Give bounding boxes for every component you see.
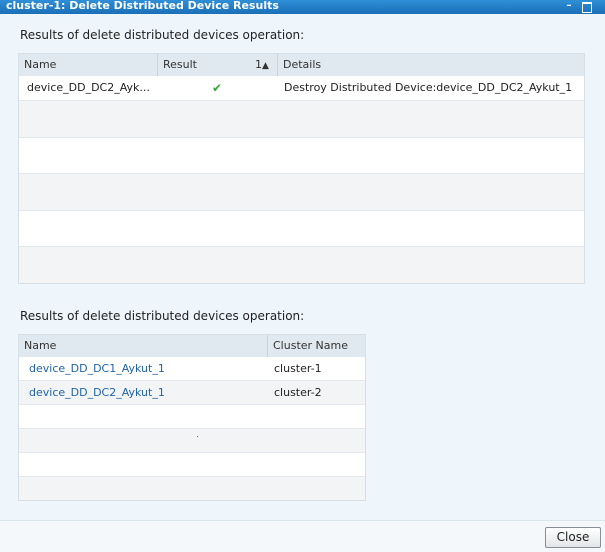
maximize-icon[interactable] — [581, 1, 593, 13]
table-row-empty — [19, 174, 584, 211]
table-row-empty — [19, 101, 584, 138]
section2-label: Results of delete distributed devices op… — [20, 309, 305, 323]
cell-name: device_DD_DC2_Ayk... — [27, 81, 150, 94]
dialog-title: cluster-1: Delete Distributed Device Res… — [6, 0, 279, 12]
minimize-icon[interactable]: – — [563, 1, 575, 12]
cell-details: Destroy Distributed Device:device_DD_DC2… — [284, 81, 573, 94]
stray-dot — [197, 436, 198, 437]
table-row-empty — [19, 247, 584, 283]
sort-indicator[interactable]: 1▲ — [255, 54, 279, 76]
table-row[interactable]: device_DD_DC2_Ayk... ✔ Destroy Distribut… — [19, 76, 584, 101]
sort-order: 1 — [255, 58, 262, 71]
sort-ascending-icon: ▲ — [262, 61, 269, 71]
checkmark-icon: ✔ — [212, 81, 223, 95]
table-row-empty — [19, 453, 365, 477]
column-header-cluster-name[interactable]: Cluster Name — [268, 335, 366, 357]
table-row-empty — [19, 405, 365, 429]
column-header-name[interactable]: Name — [19, 335, 267, 357]
table-row-empty — [19, 211, 584, 247]
table-row[interactable]: device_DD_DC1_Aykut_1 cluster-1 — [19, 357, 365, 381]
results-dialog: cluster-1: Delete Distributed Device Res… — [0, 0, 605, 552]
operation-results-table: Name Result 1▲ Details device_DD_DC2_Ayk… — [18, 53, 585, 284]
table-header: Name Result 1▲ Details — [19, 54, 584, 77]
column-header-name[interactable]: Name — [19, 54, 157, 76]
column-header-details[interactable]: Details — [278, 54, 578, 76]
cell-cluster: cluster-2 — [274, 386, 322, 399]
cell-cluster: cluster-1 — [274, 362, 322, 375]
section1-label: Results of delete distributed devices op… — [20, 28, 305, 42]
table-row[interactable]: device_DD_DC2_Aykut_1 cluster-2 — [19, 381, 365, 405]
column-header-result[interactable]: Result — [158, 54, 238, 76]
device-link[interactable]: device_DD_DC1_Aykut_1 — [29, 357, 165, 381]
dialog-footer — [0, 520, 605, 552]
table-row-empty — [19, 138, 584, 174]
cluster-results-table: Name Cluster Name device_DD_DC1_Aykut_1 … — [18, 334, 366, 501]
table-row-empty — [19, 477, 365, 500]
table-header: Name Cluster Name — [19, 335, 365, 358]
table-row-empty — [19, 429, 365, 453]
close-button[interactable]: Close — [545, 527, 601, 548]
dialog-titlebar[interactable]: cluster-1: Delete Distributed Device Res… — [0, 0, 605, 14]
device-link[interactable]: device_DD_DC2_Aykut_1 — [29, 381, 165, 405]
